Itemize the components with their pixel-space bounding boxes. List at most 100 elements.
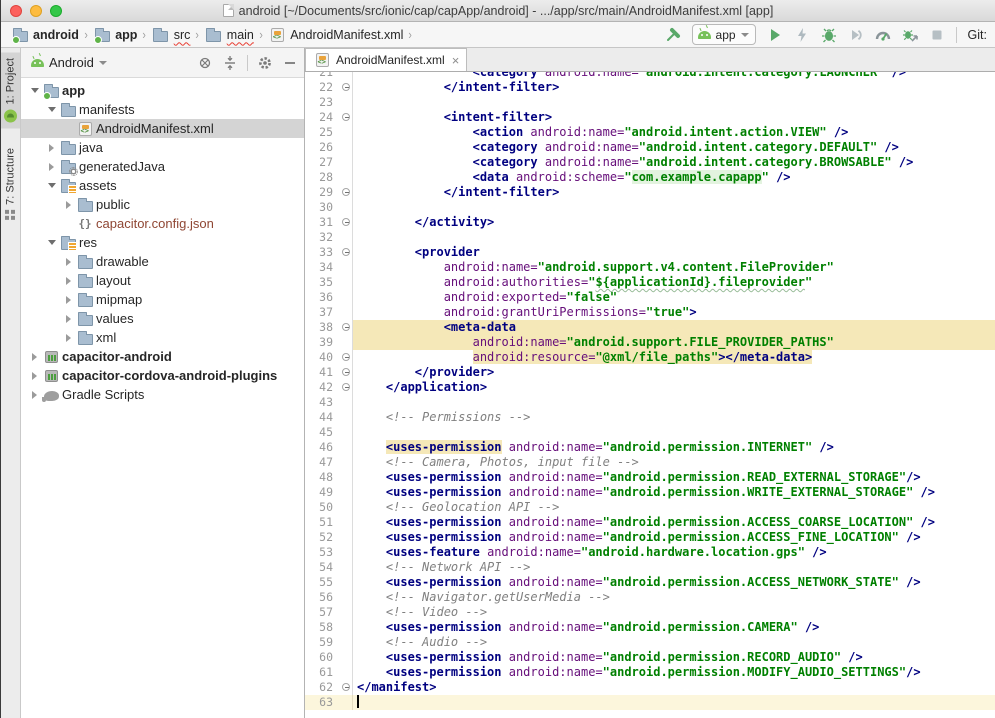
tree-item-app[interactable]: app [21,81,304,100]
line-number[interactable]: 48 [305,470,333,485]
line-number[interactable]: 49 [305,485,333,500]
line-number[interactable]: 51 [305,515,333,530]
line-number[interactable]: 30 [305,200,333,215]
close-window-button[interactable] [10,5,22,17]
code-line[interactable]: 23 [305,95,995,110]
code-line[interactable]: 63 [305,695,995,710]
tree-item-capacitor-cordova-android-plugins[interactable]: capacitor-cordova-android-plugins [21,366,304,385]
close-icon[interactable]: × [452,54,460,67]
debug-icon[interactable] [821,27,837,43]
code-line[interactable]: 30 [305,200,995,215]
chevron-collapsed-icon[interactable] [61,258,76,266]
line-number[interactable]: 24 [305,110,333,125]
git-label[interactable]: Git: [968,28,987,42]
code-editor[interactable]: 21 <category android:name="android.inten… [305,72,995,718]
code-line[interactable]: 60 <uses-permission android:name="androi… [305,650,995,665]
fold-marker-icon[interactable] [342,83,350,91]
line-number[interactable]: 22 [305,80,333,95]
code-line[interactable]: 31 </activity> [305,215,995,230]
line-number[interactable]: 50 [305,500,333,515]
fold-marker-icon[interactable] [342,113,350,121]
tree-item-mipmap[interactable]: mipmap [21,290,304,309]
code-line[interactable]: 53 <uses-feature android:name="android.h… [305,545,995,560]
breadcrumb-item-app[interactable]: app [93,28,137,42]
chevron-collapsed-icon[interactable] [27,372,42,380]
line-number[interactable]: 45 [305,425,333,440]
code-line[interactable]: 57 <!-- Video --> [305,605,995,620]
code-line[interactable]: 41 </provider> [305,365,995,380]
code-line[interactable]: 55 <uses-permission android:name="androi… [305,575,995,590]
code-line[interactable]: 48 <uses-permission android:name="androi… [305,470,995,485]
code-line[interactable]: 28 <data android:scheme="com.example.cap… [305,170,995,185]
project-view-selector[interactable]: Android [49,55,94,70]
tree-item-drawable[interactable]: drawable [21,252,304,271]
minimize-window-button[interactable] [30,5,42,17]
line-number[interactable]: 35 [305,275,333,290]
profiler-icon[interactable] [875,27,891,43]
tree-item-res[interactable]: res [21,233,304,252]
code-line[interactable]: 56 <!-- Navigator.getUserMedia --> [305,590,995,605]
line-number[interactable]: 21 [305,72,333,80]
line-number[interactable]: 36 [305,290,333,305]
chevron-collapsed-icon[interactable] [27,391,42,399]
fold-marker-icon[interactable] [342,383,350,391]
locate-icon[interactable] [197,55,213,71]
chevron-collapsed-icon[interactable] [44,163,59,171]
code-line[interactable]: 36 android:exported="false" [305,290,995,305]
tree-item-androidmanifest-xml[interactable]: AndroidManifest.xml [21,119,304,138]
line-number[interactable]: 57 [305,605,333,620]
code-line[interactable]: 25 <action android:name="android.intent.… [305,125,995,140]
chevron-expanded-icon[interactable] [44,183,59,188]
line-number[interactable]: 42 [305,380,333,395]
fold-marker-icon[interactable] [342,218,350,226]
line-number[interactable]: 23 [305,95,333,110]
code-line[interactable]: 21 <category android:name="android.inten… [305,72,995,80]
line-number[interactable]: 29 [305,185,333,200]
fold-marker-icon[interactable] [342,323,350,331]
line-number[interactable]: 44 [305,410,333,425]
code-line[interactable]: 38 <meta-data [305,320,995,335]
fold-marker-icon[interactable] [342,683,350,691]
tree-item-java[interactable]: java [21,138,304,157]
run-configuration-selector[interactable]: app [692,24,756,45]
chevron-collapsed-icon[interactable] [61,296,76,304]
tree-item-public[interactable]: public [21,195,304,214]
fold-marker-icon[interactable] [342,368,350,376]
line-number[interactable]: 53 [305,545,333,560]
tool-stripe-tab-project[interactable]: 1: Project [1,52,20,128]
breadcrumb-item-androidmanifest-xml[interactable]: AndroidManifest.xml [268,28,403,42]
code-line[interactable]: 39 android:name="android.support.FILE_PR… [305,335,995,350]
line-number[interactable]: 63 [305,695,333,710]
chevron-expanded-icon[interactable] [27,88,42,93]
line-number[interactable]: 59 [305,635,333,650]
tree-item-gradle-scripts[interactable]: Gradle Scripts [21,385,304,404]
line-number[interactable]: 27 [305,155,333,170]
coverage-icon[interactable] [848,27,864,43]
build-hammer-icon[interactable] [665,27,681,43]
code-line[interactable]: 27 <category android:name="android.inten… [305,155,995,170]
code-line[interactable]: 34 android:name="android.support.v4.cont… [305,260,995,275]
chevron-collapsed-icon[interactable] [61,277,76,285]
tree-item-values[interactable]: values [21,309,304,328]
code-line[interactable]: 47 <!-- Camera, Photos, input file --> [305,455,995,470]
line-number[interactable]: 47 [305,455,333,470]
code-line[interactable]: 46 <uses-permission android:name="androi… [305,440,995,455]
tree-item-layout[interactable]: layout [21,271,304,290]
line-number[interactable]: 25 [305,125,333,140]
line-number[interactable]: 39 [305,335,333,350]
tree-item-xml[interactable]: xml [21,328,304,347]
code-line[interactable]: 51 <uses-permission android:name="androi… [305,515,995,530]
chevron-expanded-icon[interactable] [44,107,59,112]
collapse-all-icon[interactable] [222,55,238,71]
chevron-collapsed-icon[interactable] [61,334,76,342]
code-line[interactable]: 26 <category android:name="android.inten… [305,140,995,155]
line-number[interactable]: 40 [305,350,333,365]
run-icon[interactable] [767,27,783,43]
line-number[interactable]: 34 [305,260,333,275]
tree-item-assets[interactable]: assets [21,176,304,195]
attach-debugger-icon[interactable] [902,27,918,43]
chevron-collapsed-icon[interactable] [61,315,76,323]
code-line[interactable]: 22 </intent-filter> [305,80,995,95]
code-line[interactable]: 59 <!-- Audio --> [305,635,995,650]
tree-item-generatedjava[interactable]: generatedJava [21,157,304,176]
